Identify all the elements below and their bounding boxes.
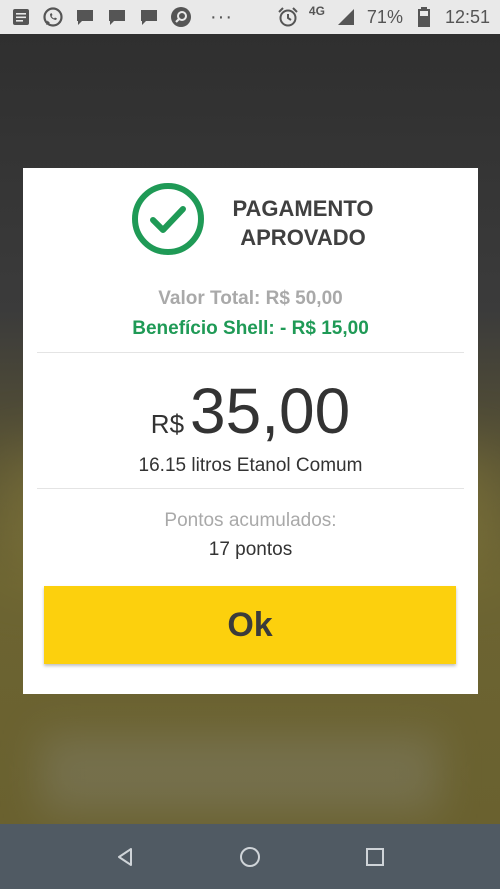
points-label: Pontos acumulados: [164, 510, 337, 531]
shell-benefit: Benefício Shell: - R$ 15,00 [132, 318, 369, 339]
payment-approved-dialog: PAGAMENTO APROVADO Valor Total: R$ 50,00… [23, 168, 478, 694]
divider [37, 488, 464, 489]
signal-icon [335, 6, 357, 28]
battery-icon [413, 6, 435, 28]
chat-icon [138, 6, 160, 28]
notification-icons: ··· [10, 6, 233, 29]
check-circle-icon [131, 182, 205, 256]
fuel-description: 16.15 litros Etanol Comum [138, 455, 363, 476]
system-icons: 4G 71% 12:51 [277, 4, 490, 28]
back-icon[interactable] [110, 842, 140, 872]
recents-icon[interactable] [360, 842, 390, 872]
approved-header: PAGAMENTO APROVADO [23, 182, 478, 260]
alarm-icon [277, 6, 299, 28]
currency-symbol: R$ [150, 409, 185, 439]
navigation-bar [0, 824, 500, 889]
total-value: Valor Total: R$ 50,00 [158, 288, 343, 309]
chat-icon [106, 6, 128, 28]
search-icon [170, 6, 192, 28]
battery-percent: 71% [366, 6, 403, 27]
more-notifications: ··· [210, 5, 233, 28]
paid-amount: R$35,00 [23, 374, 478, 448]
divider [37, 352, 464, 353]
message-icon [10, 6, 32, 28]
points-value: 17 pontos [208, 539, 293, 560]
clock: 12:51 [444, 6, 490, 27]
chat-icon [74, 6, 96, 28]
home-icon[interactable] [235, 842, 265, 872]
network-type: 4G [308, 4, 325, 18]
ok-button[interactable]: Ok [44, 586, 456, 664]
approved-title-line1: PAGAMENTO [232, 196, 374, 221]
approved-title: PAGAMENTO APROVADO [223, 194, 383, 252]
amount-value: 35,00 [190, 375, 351, 447]
status-bar: ··· 4G 71% 12:51 [0, 0, 500, 34]
whatsapp-icon [42, 6, 64, 28]
approved-title-line2: APROVADO [240, 225, 366, 250]
